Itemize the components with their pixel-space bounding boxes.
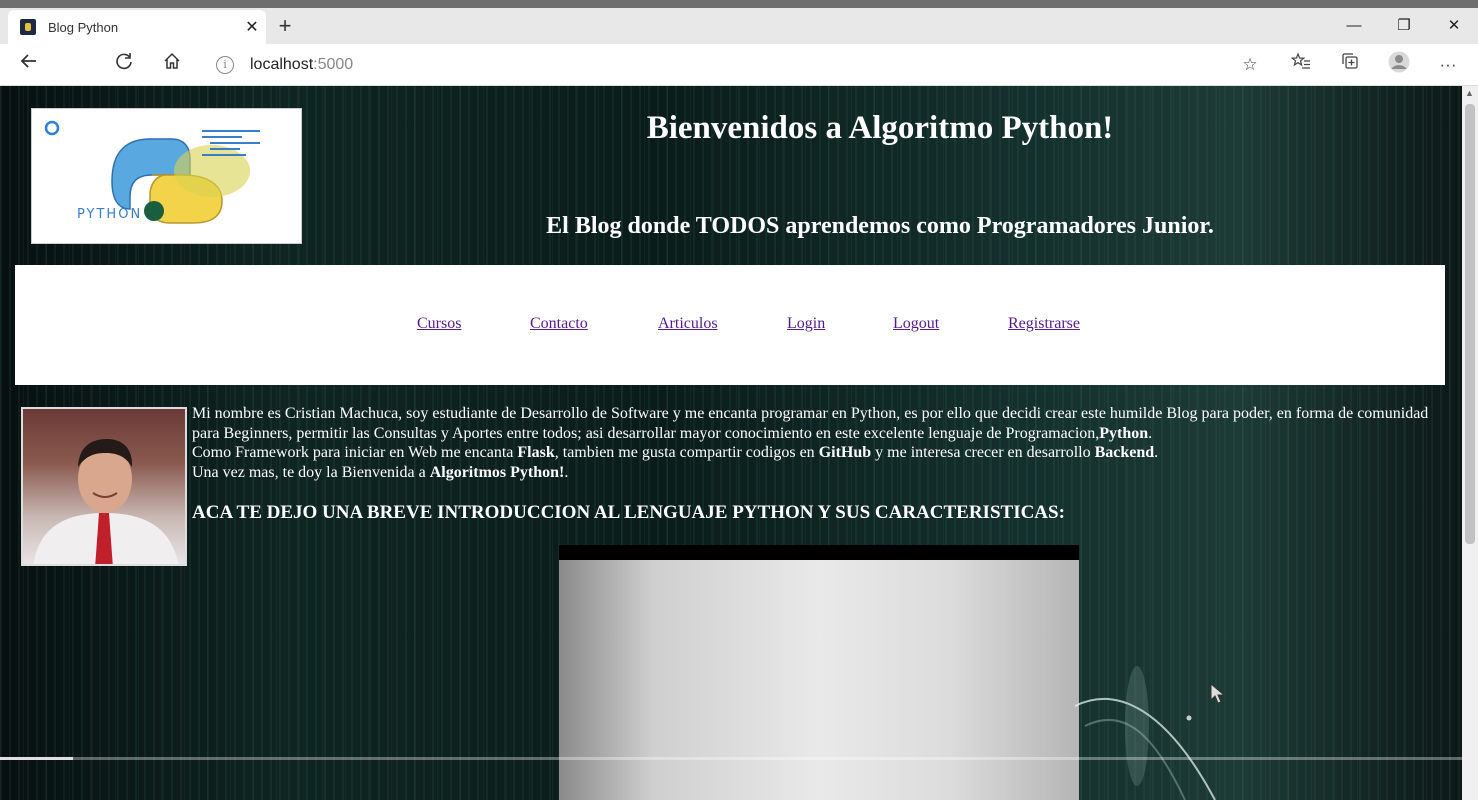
- mouse-pointer-icon: [1210, 683, 1226, 704]
- intro-python-bold: Python: [1099, 424, 1149, 442]
- intro-line1-end: .: [1148, 424, 1153, 442]
- home-icon[interactable]: [157, 51, 187, 79]
- close-window-button[interactable]: ✕: [1431, 12, 1477, 40]
- more-icon[interactable]: ···: [1433, 51, 1463, 79]
- nav-link-articulos[interactable]: Articulos: [658, 315, 718, 333]
- back-icon[interactable]: [14, 51, 44, 79]
- video-progress-fill: [0, 757, 74, 760]
- section-title: ACA TE DEJO UNA BREVE INTRODUCCION AL LE…: [192, 502, 1065, 523]
- tab-title: Blog Python: [48, 19, 119, 35]
- address-bar: i localhost:5000 ☆ ···: [0, 44, 1478, 86]
- logo-text: PYTHON: [77, 207, 143, 222]
- main-nav: Cursos Contacto Articulos Login Logout R…: [15, 265, 1445, 385]
- url-port: :5000: [313, 56, 354, 73]
- page-viewport: PYTHON Bienvenidos a Algoritmo Python! E…: [0, 86, 1462, 800]
- nav-link-registrarse[interactable]: Registrarse: [1008, 315, 1080, 333]
- new-tab-button[interactable]: +: [272, 14, 298, 40]
- reload-icon[interactable]: [109, 51, 139, 79]
- author-photo: [21, 407, 187, 566]
- scroll-up-icon[interactable]: ▲: [1465, 88, 1474, 98]
- intro-line2-end: .: [1154, 444, 1159, 461]
- restore-button[interactable]: ❐: [1381, 12, 1427, 40]
- info-icon[interactable]: i: [216, 56, 234, 74]
- page-subtitle: El Blog donde TODOS aprendemos como Prog…: [546, 213, 1214, 239]
- nav-link-logout[interactable]: Logout: [893, 315, 939, 333]
- video-player[interactable]: [559, 545, 1079, 800]
- intro-blogname-bold: Algoritmos Python!: [429, 463, 565, 481]
- tab-bar: Blog Python ✕ + — ❐ ✕: [0, 8, 1478, 44]
- tab-close-icon[interactable]: ✕: [238, 17, 266, 37]
- intro-line1-text: Mi nombre es Cristian Machuca, soy estud…: [192, 405, 1429, 442]
- python-logo: PYTHON: [31, 108, 302, 244]
- video-progress-bar[interactable]: [0, 757, 1462, 760]
- url-field[interactable]: i localhost:5000: [216, 52, 353, 78]
- intro-github-bold: GitHub: [818, 444, 872, 461]
- scrollbar-thumb[interactable]: [1465, 104, 1475, 544]
- nav-link-cursos[interactable]: Cursos: [417, 315, 461, 333]
- nav-link-contacto[interactable]: Contacto: [530, 315, 588, 333]
- intro-line3-end: .: [564, 463, 569, 481]
- intro-line3-text: Una vez mas, te doy la Bienvenida a: [192, 463, 430, 481]
- favorites-list-icon[interactable]: [1286, 51, 1316, 79]
- intro-text: Mi nombre es Cristian Machuca, soy estud…: [192, 404, 1447, 482]
- video-frame[interactable]: [559, 560, 1079, 800]
- tab-blog-python[interactable]: Blog Python ✕: [8, 10, 266, 44]
- minimize-button[interactable]: —: [1331, 12, 1377, 40]
- intro-flask-bold: Flask: [517, 444, 555, 461]
- favicon-icon: [20, 19, 36, 35]
- profile-icon[interactable]: [1384, 51, 1414, 79]
- intro-line2-text: Como Framework para iniciar en Web me en…: [192, 444, 518, 461]
- intro-line2-mid2: y me interesa crecer en desarrollo: [871, 444, 1095, 461]
- collections-icon[interactable]: [1335, 51, 1365, 79]
- nav-link-login[interactable]: Login: [787, 315, 825, 333]
- favorite-star-icon[interactable]: ☆: [1235, 51, 1265, 79]
- window-top-strip: [0, 0, 1478, 8]
- intro-backend-bold: Backend: [1094, 444, 1155, 461]
- url-host: localhost: [250, 56, 314, 73]
- intro-line2-mid: , tambien me gusta compartir codigos en: [554, 444, 819, 461]
- background-swirl: [1075, 666, 1216, 800]
- page-title: Bienvenidos a Algoritmo Python!: [646, 110, 1114, 146]
- page-scrollbar[interactable]: ▲: [1462, 86, 1478, 800]
